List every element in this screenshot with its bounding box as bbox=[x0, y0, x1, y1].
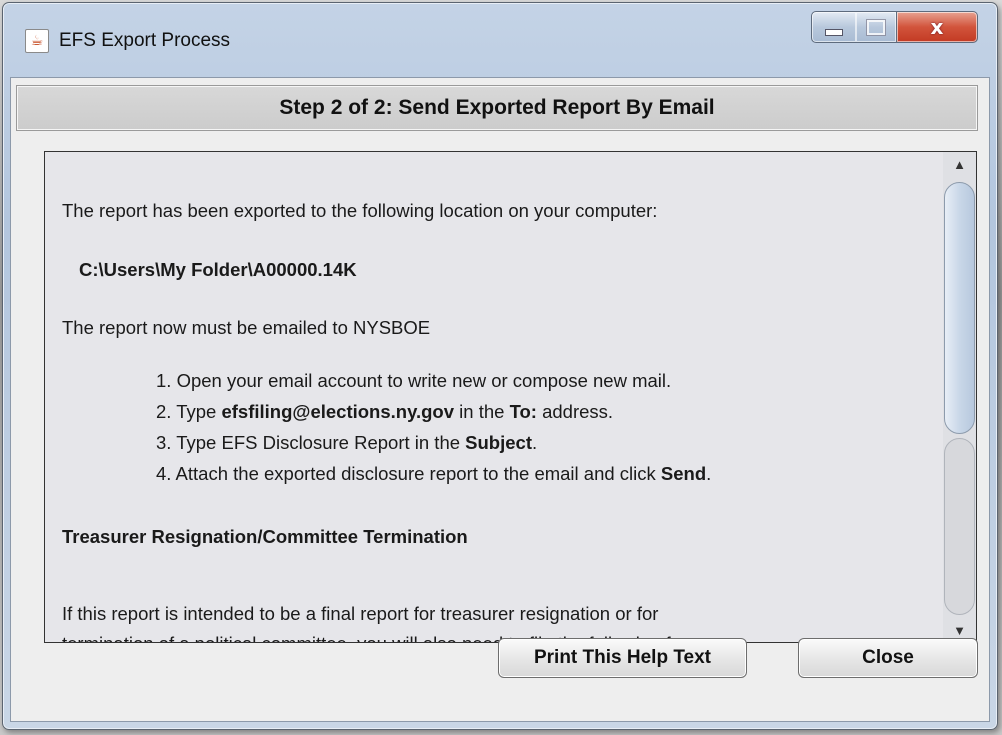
section-heading: Treasurer Resignation/Committee Terminat… bbox=[62, 526, 468, 547]
export-path: C:\Users\My Folder\A00000.14K bbox=[79, 259, 357, 280]
scroll-track[interactable] bbox=[944, 438, 975, 615]
maximize-button[interactable] bbox=[856, 11, 897, 43]
step-title: Step 2 of 2: Send Exported Report By Ema… bbox=[16, 85, 978, 131]
arrow-down-icon: ▼ bbox=[953, 622, 966, 638]
export-dialog-window: ☕ EFS Export Process x Step 2 of 2: Send… bbox=[2, 2, 998, 730]
help-text-panel: The report has been exported to the foll… bbox=[44, 151, 977, 643]
email-instruction: The report now must be emailed to NYSBOE bbox=[62, 317, 431, 338]
close-window-button[interactable]: x bbox=[897, 11, 978, 43]
vertical-scrollbar[interactable]: ▲ ▼ bbox=[943, 152, 976, 642]
step-item-2: 2. Type efsfiling@elections.ny.gov in th… bbox=[156, 401, 614, 422]
maximize-icon bbox=[867, 19, 885, 35]
minimize-button[interactable] bbox=[811, 11, 857, 43]
dialog-content: Step 2 of 2: Send Exported Report By Ema… bbox=[10, 77, 990, 722]
title-bar[interactable]: ☕ EFS Export Process x bbox=[3, 3, 997, 77]
window-title: EFS Export Process bbox=[59, 30, 231, 51]
scroll-thumb[interactable] bbox=[944, 182, 975, 434]
arrow-up-icon: ▲ bbox=[953, 156, 966, 172]
print-help-button[interactable]: Print This Help Text bbox=[498, 638, 747, 678]
close-button[interactable]: Close bbox=[798, 638, 978, 678]
minimize-icon bbox=[825, 28, 843, 36]
help-text-area: The report has been exported to the foll… bbox=[45, 152, 944, 642]
step-item-1: 1. Open your email account to write new … bbox=[156, 370, 672, 391]
step-item-4: 4. Attach the exported disclosure report… bbox=[156, 463, 712, 484]
email-address: efsfiling@elections.ny.gov bbox=[221, 401, 455, 422]
step-item-3: 3. Type EFS Disclosure Report in the Sub… bbox=[156, 432, 538, 453]
final-report-text: If this report is intended to be a final… bbox=[62, 603, 659, 624]
scroll-up-button[interactable]: ▲ bbox=[943, 152, 976, 176]
close-icon: x bbox=[930, 15, 944, 39]
java-app-icon: ☕ bbox=[25, 29, 49, 53]
intro-text: The report has been exported to the foll… bbox=[62, 200, 658, 221]
